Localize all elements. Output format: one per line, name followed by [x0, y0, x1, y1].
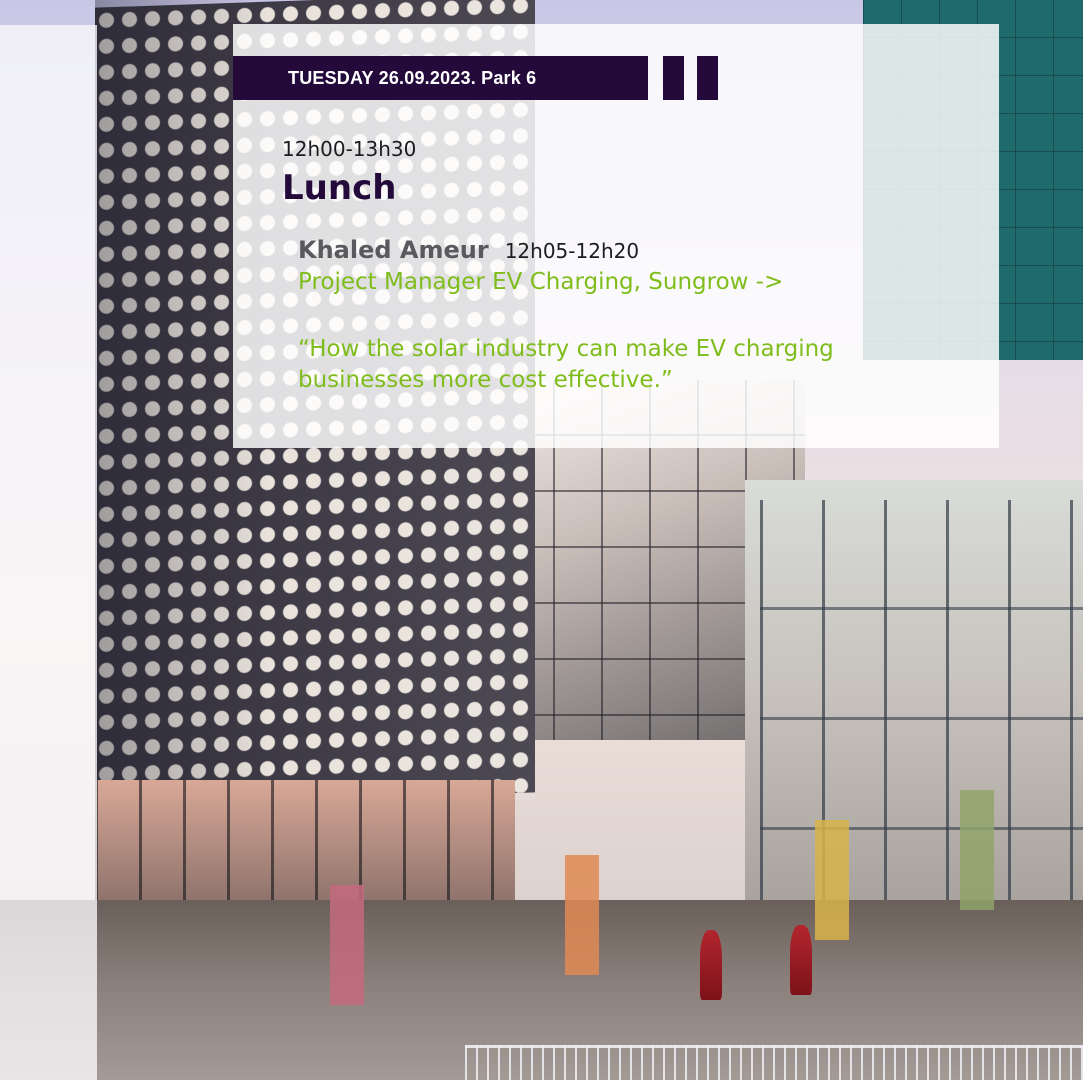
talk-quote-line-1: “How the solar industry can make EV char… — [298, 336, 834, 362]
banner-orange — [565, 855, 599, 975]
left-overlay-panel — [0, 25, 97, 1080]
banner-pink — [330, 885, 364, 1005]
right-building-windows — [760, 500, 1083, 920]
pause-icon[interactable] — [663, 56, 719, 100]
speaker-profile-link[interactable]: Project Manager EV Charging, Sungrow -> — [298, 269, 783, 295]
session-time: 12h00-13h30 — [282, 137, 417, 161]
talk-quote-line-2: businesses more cost effective.” — [298, 367, 673, 393]
railing — [465, 1045, 1083, 1080]
talk-quote: “How the solar industry can make EV char… — [298, 334, 958, 396]
talk-time: 12h05-12h20 — [504, 239, 640, 263]
speaker-line: Khaled Ameur 12h05-12h20 — [298, 236, 639, 264]
speaker-name: Khaled Ameur — [298, 236, 489, 264]
umbrella — [700, 930, 722, 1000]
banner-yellow — [815, 820, 849, 940]
banner-green — [960, 790, 994, 910]
date-label: TUESDAY 26.09.2023. Park 6 — [288, 67, 537, 88]
session-title: Lunch — [282, 168, 397, 208]
date-bar: TUESDAY 26.09.2023. Park 6 — [233, 56, 648, 100]
umbrella — [790, 925, 812, 995]
